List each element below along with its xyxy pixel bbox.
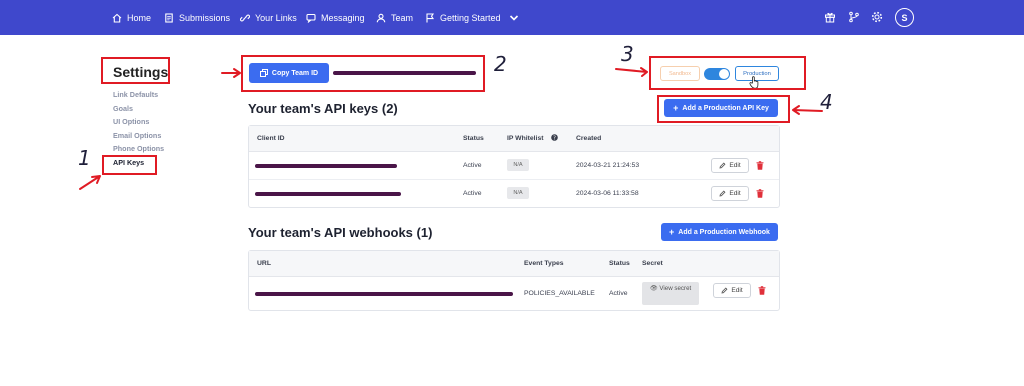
annotation-arrow-1	[79, 175, 101, 190]
annotation-number-1: 1	[78, 146, 91, 170]
settings-menu-phone-options[interactable]: Phone Options	[113, 142, 164, 156]
status-text: Active	[463, 162, 482, 169]
nav-your-links-label: Your Links	[255, 13, 297, 23]
nav-team[interactable]: Team	[376, 11, 413, 25]
table-row: Active N/A 2024-03-21 21:24:53 Edit	[249, 152, 779, 180]
redacted-client-id	[255, 164, 397, 168]
team-icon	[376, 13, 386, 23]
table-row: POLICIES_AVAILABLE Active 👁 View secret …	[249, 277, 779, 311]
api-keys-title: Your team's API keys (2)	[248, 101, 398, 116]
annotation-box-environment-toggle	[649, 56, 806, 90]
nav-your-links[interactable]: Your Links	[240, 11, 297, 25]
nav-home-label: Home	[127, 13, 152, 23]
redacted-webhook-url	[255, 292, 513, 296]
col-url: URL	[257, 260, 271, 267]
add-production-webhook-label: Add a Production Webhook	[678, 228, 770, 236]
annotation-number-2: 2	[494, 52, 507, 76]
annotation-arrow-3	[615, 67, 648, 77]
pencil-icon	[719, 162, 726, 169]
event-types-text: POLICIES_AVAILABLE	[524, 290, 595, 297]
home-icon	[112, 13, 122, 23]
annotation-number-4: 4	[820, 90, 833, 114]
settings-menu-email-options[interactable]: Email Options	[113, 129, 164, 143]
add-production-webhook-button[interactable]: + Add a Production Webhook	[661, 223, 778, 241]
api-keys-table: Client ID Status IP Whitelist ? Created …	[248, 125, 780, 208]
document-icon	[165, 13, 173, 23]
annotation-box-add-api-key	[657, 95, 790, 123]
annotation-box-settings	[101, 57, 170, 84]
status-text: Active	[609, 290, 628, 297]
annotation-box-api-keys	[102, 155, 157, 175]
nav-messaging[interactable]: Messaging	[306, 11, 365, 25]
annotation-box-copy-team-id	[241, 55, 485, 92]
plus-icon: +	[669, 226, 675, 237]
settings-menu-goals[interactable]: Goals	[113, 102, 164, 116]
trash-icon[interactable]	[756, 189, 764, 198]
annotation-arrow-4	[792, 105, 823, 115]
api-webhooks-title: Your team's API webhooks (1)	[248, 225, 433, 240]
edit-button[interactable]: Edit	[713, 283, 751, 298]
chevron-down-icon	[509, 15, 518, 21]
edit-label: Edit	[731, 287, 743, 294]
settings-gear-icon[interactable]	[871, 11, 883, 23]
redacted-client-id	[255, 192, 401, 196]
nav-getting-started[interactable]: Getting Started	[425, 11, 519, 25]
eye-icon: 👁	[649, 285, 658, 292]
col-secret: Secret	[642, 260, 663, 267]
trash-icon[interactable]	[756, 161, 764, 170]
ip-whitelist-badge: N/A	[507, 159, 529, 171]
nav-home[interactable]: Home	[112, 11, 151, 25]
svg-text:?: ?	[553, 136, 556, 142]
created-text: 2024-03-21 21:24:53	[576, 162, 640, 169]
help-icon[interactable]: ?	[551, 134, 558, 141]
api-webhooks-table-header: URL Event Types Status Secret	[249, 251, 779, 277]
settings-menu-ui-options[interactable]: UI Options	[113, 115, 164, 129]
branch-icon[interactable]	[848, 11, 860, 23]
view-secret-button[interactable]: 👁 View secret	[642, 282, 699, 305]
api-webhooks-table: URL Event Types Status Secret POLICIES_A…	[248, 250, 780, 311]
link-icon	[240, 14, 250, 22]
top-navbar: Home Submissions Your Links Messaging Te…	[0, 0, 1024, 35]
nav-messaging-label: Messaging	[321, 13, 365, 23]
col-created: Created	[576, 135, 602, 142]
col-status: Status	[609, 260, 630, 267]
edit-button[interactable]: Edit	[711, 158, 749, 173]
chat-icon	[306, 13, 316, 23]
nav-submissions-label: Submissions	[179, 13, 231, 23]
annotation-arrow-2	[221, 68, 241, 78]
edit-label: Edit	[729, 190, 741, 197]
pencil-icon	[719, 190, 726, 197]
view-secret-label: View secret	[659, 285, 692, 292]
gift-icon[interactable]	[824, 11, 836, 23]
table-row: Active N/A 2024-03-06 11:33:58 Edit	[249, 180, 779, 208]
nav-getting-started-label: Getting Started	[440, 13, 501, 23]
col-ip-whitelist: IP Whitelist	[507, 135, 544, 142]
flag-icon	[426, 13, 435, 23]
edit-label: Edit	[729, 162, 741, 169]
nav-submissions[interactable]: Submissions	[164, 11, 230, 25]
edit-button[interactable]: Edit	[711, 186, 749, 201]
col-client-id: Client ID	[257, 135, 285, 142]
user-avatar[interactable]: S	[895, 8, 914, 27]
created-text: 2024-03-06 11:33:58	[576, 190, 639, 197]
settings-menu-link-defaults[interactable]: Link Defaults	[113, 88, 164, 102]
nav-team-label: Team	[391, 13, 414, 23]
pencil-icon	[721, 287, 728, 294]
annotation-number-3: 3	[621, 42, 634, 66]
col-event-types: Event Types	[524, 260, 564, 267]
trash-icon[interactable]	[758, 286, 766, 295]
api-keys-table-header: Client ID Status IP Whitelist ? Created	[249, 126, 779, 152]
status-text: Active	[463, 190, 482, 197]
col-status: Status	[463, 135, 484, 142]
ip-whitelist-badge: N/A	[507, 187, 529, 199]
